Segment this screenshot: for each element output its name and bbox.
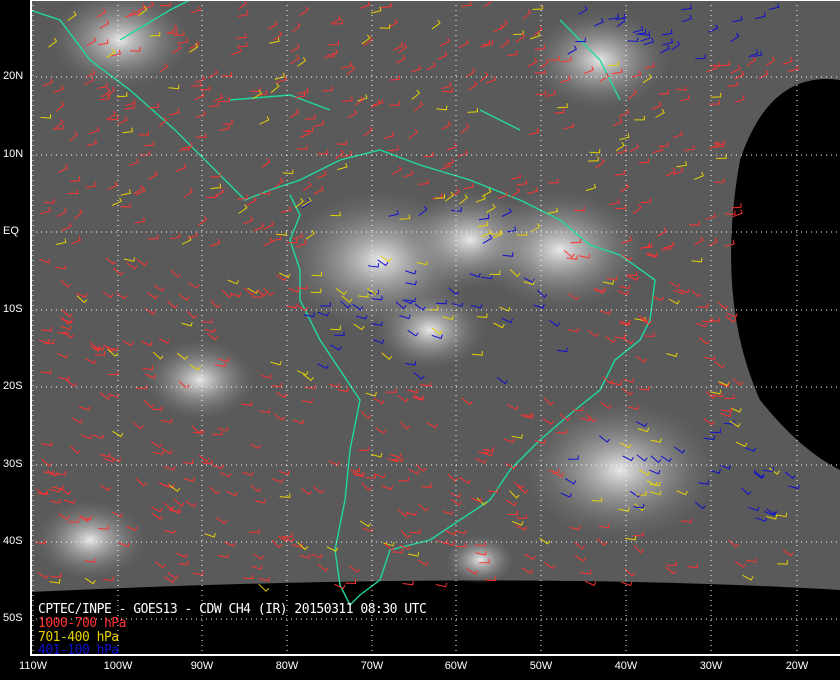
latitude-label: 10S [3,303,23,315]
latitude-label: EQ [3,225,19,237]
longitude-label: 80W [275,660,299,672]
cloud [476,190,644,310]
latitude-label: 10N [3,148,24,160]
longitude-label: 30W [699,660,723,672]
longitude-label: 20W [785,660,809,672]
latitude-label: 20N [3,70,24,82]
longitude-label: 110W [19,660,47,672]
longitude-label: 100W [103,660,133,672]
wind-barb [435,582,448,588]
latitude-label: 40S [3,535,23,547]
wind-barb [732,209,743,218]
legend-low-level: 1000-700 hPa [38,616,126,631]
latitude-label: 30S [3,458,23,470]
longitude-label: 60W [444,660,468,672]
latitude-label: 50S [3,612,23,624]
longitude-label: 70W [360,660,384,672]
cloud [144,340,256,420]
longitude-label: 50W [529,660,553,672]
cloud [34,500,146,580]
satellite-wind-map [29,0,840,656]
wind-barb [584,580,597,587]
longitude-label: 90W [190,660,214,672]
wind-barb [621,581,633,587]
legend-high-level: 401-100 hPa [38,643,119,658]
wind-barb [402,580,414,586]
wind-barb [258,583,270,592]
map-title: CPTEC/INPE - GOES13 - CDW CH4 (IR) 20150… [38,602,427,617]
longitude-label: 40W [614,660,638,672]
cloud [522,400,718,540]
latitude-label: 20S [3,380,23,392]
